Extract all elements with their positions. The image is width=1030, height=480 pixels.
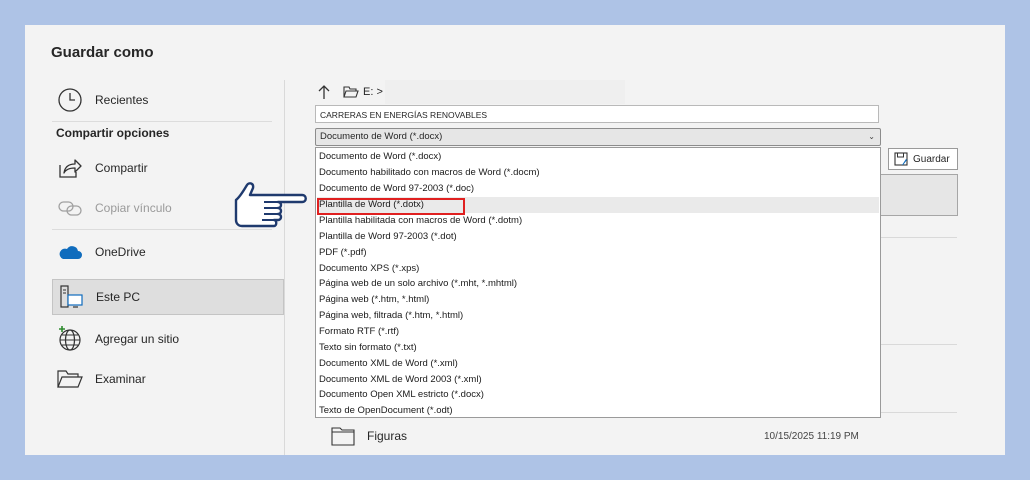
dropdown-option[interactable]: Página web (*.htm, *.html) [317,292,879,308]
sidebar-item-examinar[interactable]: Examinar [52,361,284,397]
dropdown-option[interactable]: Texto sin formato (*.txt) [317,340,879,356]
dropdown-option[interactable]: Formato RTF (*.rtf) [317,324,879,340]
dropdown-option[interactable]: Documento de Word (*.docx) [317,149,879,165]
sidebar-item-label: OneDrive [95,245,146,259]
breadcrumb-path[interactable]: E: > [363,86,383,98]
file-modified: 10/15/2025 11:19 PM [764,430,859,442]
dropdown-option[interactable]: Documento XPS (*.xps) [317,261,879,277]
sidebar-divider [52,121,272,122]
sidebar-item-label: Copiar vínculo [95,201,172,215]
breadcrumb-background [385,80,625,104]
file-name: Figuras [367,429,408,443]
dropdown-option[interactable]: Plantilla de Word 97-2003 (*.dot) [317,229,879,245]
save-as-window: Guardar como Recientes Compartir opcione… [25,25,1005,455]
dropdown-option[interactable]: Documento habilitado con macros de Word … [317,165,879,181]
clock-icon [55,85,85,115]
dropdown-option[interactable]: Texto de OpenDocument (*.odt) [317,403,879,419]
globe-add-icon [55,324,85,354]
chevron-down-icon: ⌄ [868,132,875,141]
dropdown-option[interactable]: Documento de Word 97-2003 (*.doc) [317,181,879,197]
dropdown-option[interactable]: Página web, filtrada (*.htm, *.html) [317,308,879,324]
save-button-label: Guardar [913,153,950,165]
folder-icon [331,426,355,446]
filetype-selected: Documento de Word (*.docx) [320,131,443,142]
sidebar-item-label: Agregar un sitio [95,332,180,346]
up-arrow-icon[interactable] [317,84,331,100]
sidebar-item-este-pc[interactable]: Este PC [52,279,284,315]
folder-open-icon [55,364,85,394]
filetype-dropdown: Documento de Word (*.docx) Documento hab… [315,147,881,418]
share-icon [55,153,85,183]
section-heading: Compartir opciones [56,126,170,140]
dropdown-option[interactable]: Documento XML de Word 2003 (*.xml) [317,372,879,388]
panel-divider [284,80,285,455]
dropdown-option[interactable]: Plantilla habilitada con macros de Word … [317,213,879,229]
filetype-select[interactable]: Documento de Word (*.docx) ⌄ [315,128,881,146]
highlight-box [317,198,465,215]
pointing-hand-icon [232,180,310,241]
dropdown-option[interactable]: Página web de un solo archivo (*.mht, *.… [317,276,879,292]
computer-icon [56,282,86,312]
page-title: Guardar como [51,44,154,61]
list-item[interactable]: Figuras 10/15/2025 11:19 PM [331,425,891,447]
dropdown-option[interactable]: Documento XML de Word (*.xml) [317,356,879,372]
sidebar-item-label: Compartir [95,161,148,175]
filename-field[interactable]: CARRERAS EN ENERGÍAS RENOVABLES [315,105,879,123]
list-divider [881,237,957,238]
sidebar-item-label: Este PC [96,290,141,304]
breadcrumb[interactable]: E: > [317,82,383,102]
link-icon [55,193,85,223]
onedrive-cloud-icon [55,237,85,267]
sidebar-item-recientes[interactable]: Recientes [52,82,284,118]
list-divider [881,412,957,413]
save-icon [894,152,908,166]
dropdown-option[interactable]: Documento Open XML estricto (*.docx) [317,387,879,403]
sidebar-item-label: Recientes [95,93,149,107]
column-header-area [881,174,958,216]
list-divider [881,344,957,345]
save-button[interactable]: Guardar [888,148,958,170]
sidebar-item-agregar-sitio[interactable]: Agregar un sitio [52,321,284,357]
dropdown-option[interactable]: PDF (*.pdf) [317,245,879,261]
folder-icon [343,86,359,98]
sidebar-item-label: Examinar [95,372,146,386]
